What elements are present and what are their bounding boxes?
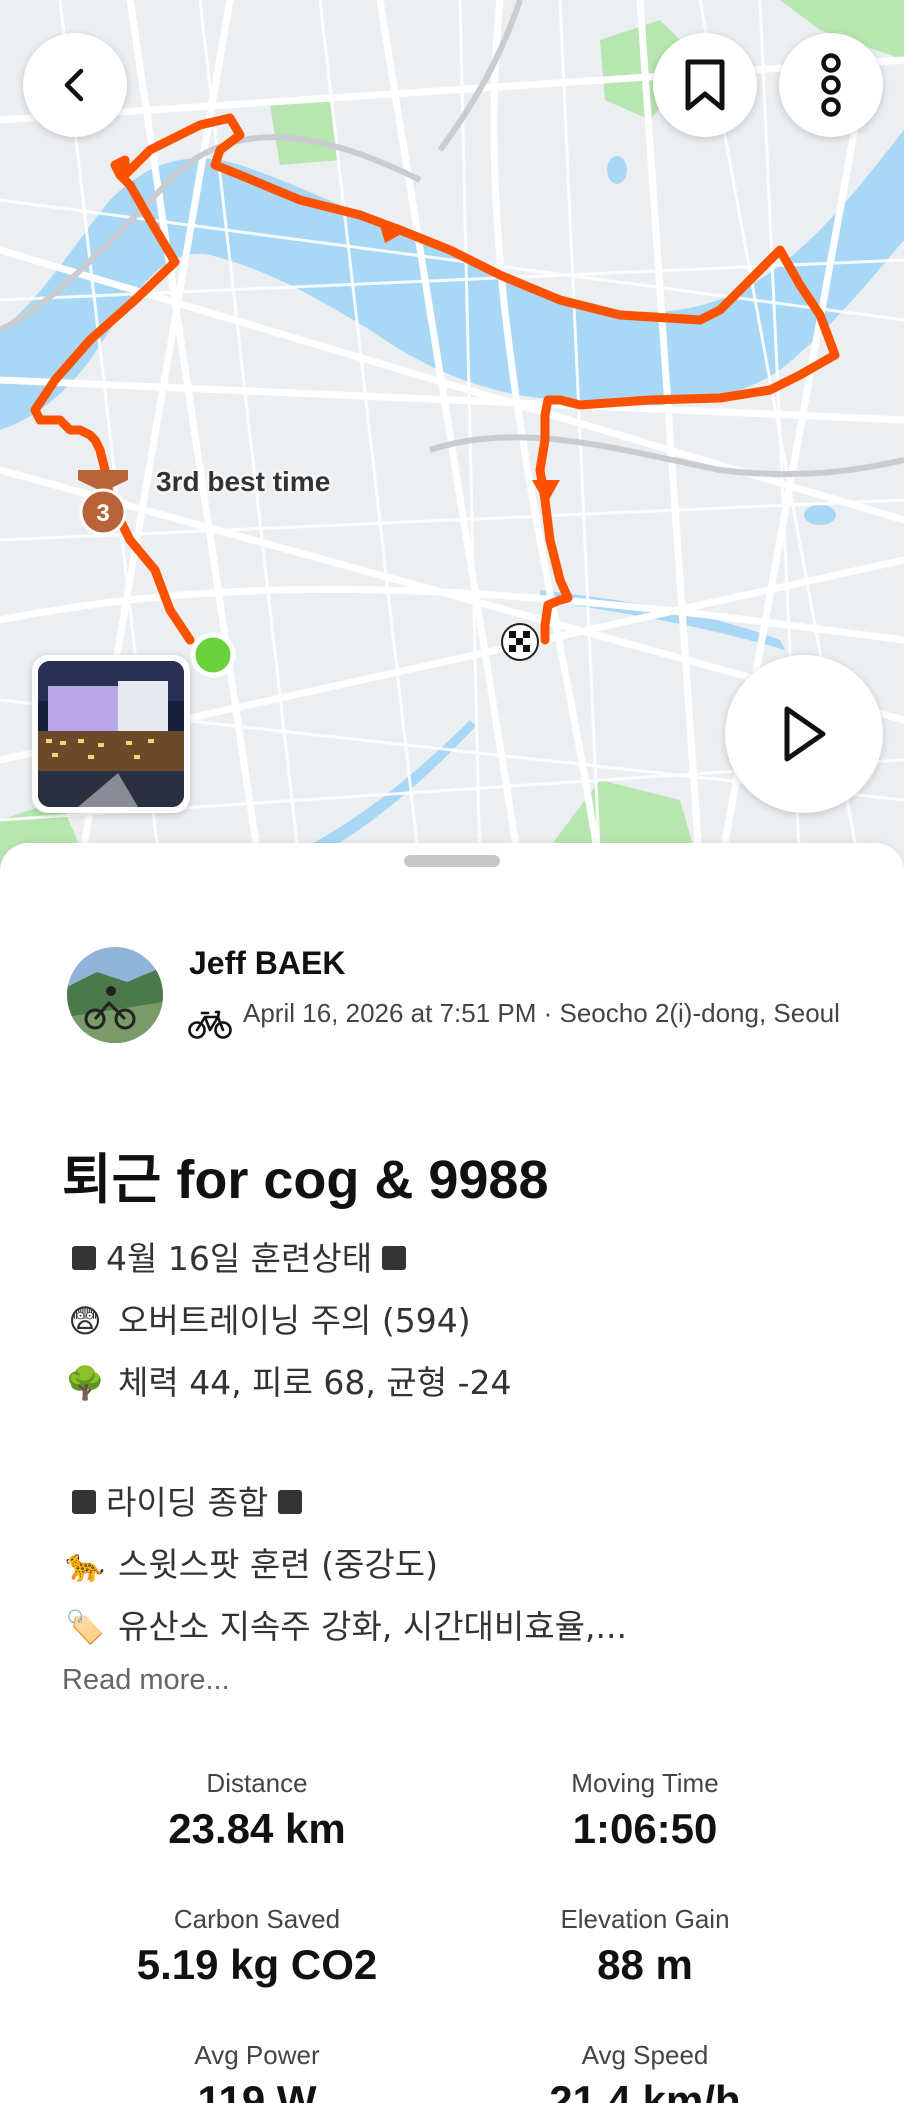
leopard-icon: 🐆 <box>65 1546 105 1584</box>
description-line: 😨 오버트레이닝 주의 (594) <box>62 1290 862 1352</box>
description-line: 🏷️ 유산소 지속주 강화, 시간대비효율,... <box>62 1596 862 1658</box>
medal-rank: 3 <box>96 500 109 527</box>
activity-details-sheet[interactable]: Jeff BAEK April 16, 2026 at 7:51 PM · Se… <box>0 843 904 2103</box>
route-map[interactable]: 3 3rd best time <box>0 0 904 870</box>
flyover-play-button[interactable] <box>725 655 883 813</box>
black-square-icon <box>382 1245 407 1270</box>
tree-icon: 🌳 <box>65 1364 105 1402</box>
vertical-dots-icon <box>821 53 841 117</box>
description-line: 4월 16일 훈련상태 <box>62 1228 862 1290</box>
black-square-icon <box>72 1489 96 1514</box>
stat-avg-speed: Avg Speed 21.4 km/h <box>549 2040 741 2103</box>
description-line: 🐆 스윗스팟 훈련 (중강도) <box>62 1534 862 1596</box>
avatar-image <box>67 947 163 1043</box>
athlete-name[interactable]: Jeff BAEK <box>189 945 345 982</box>
stat-avg-power: Avg Power 119 W <box>194 2040 320 2103</box>
stat-moving-time: Moving Time 1:06:50 <box>571 1768 719 1852</box>
black-square-icon <box>72 1245 96 1270</box>
more-options-button[interactable] <box>779 33 883 137</box>
description-line: 🌳 체력 44, 피로 68, 균형 -24 <box>62 1352 862 1414</box>
bookmark-button[interactable] <box>653 33 757 137</box>
activity-photo-thumbnail[interactable] <box>32 655 190 813</box>
activity-date-location: April 16, 2026 at 7:51 PM · Seocho 2(i)-… <box>243 998 840 1028</box>
sheet-drag-handle[interactable] <box>404 855 500 867</box>
segment-medal-label: 3rd best time <box>156 466 331 497</box>
bicycle-icon <box>188 1010 232 1039</box>
black-square-icon <box>278 1489 303 1514</box>
chevron-left-icon <box>64 68 84 102</box>
medal-icon: 3 <box>78 470 128 536</box>
bookmark-icon <box>685 59 725 111</box>
stat-carbon-saved: Carbon Saved 5.19 kg CO2 <box>136 1904 378 1988</box>
activity-photo <box>38 661 184 807</box>
back-button[interactable] <box>23 33 127 137</box>
activity-title: 퇴근 for cog & 9988 <box>62 1150 549 1210</box>
label-tag-icon: 🏷️ <box>65 1608 105 1646</box>
stat-distance: Distance 23.84 km <box>168 1768 346 1852</box>
avatar[interactable] <box>67 947 163 1043</box>
activity-description: 4월 16일 훈련상태 😨 오버트레이닝 주의 (594) 🌳 체력 44, 피로 … <box>62 1228 862 1658</box>
description-line: 라이딩 종합 <box>62 1472 862 1534</box>
fearful-face-icon: 😨 <box>68 1302 102 1340</box>
stat-elevation-gain: Elevation Gain 88 m <box>560 1904 730 1988</box>
read-more-link[interactable]: Read more... <box>62 1664 230 1697</box>
play-icon <box>784 706 826 762</box>
